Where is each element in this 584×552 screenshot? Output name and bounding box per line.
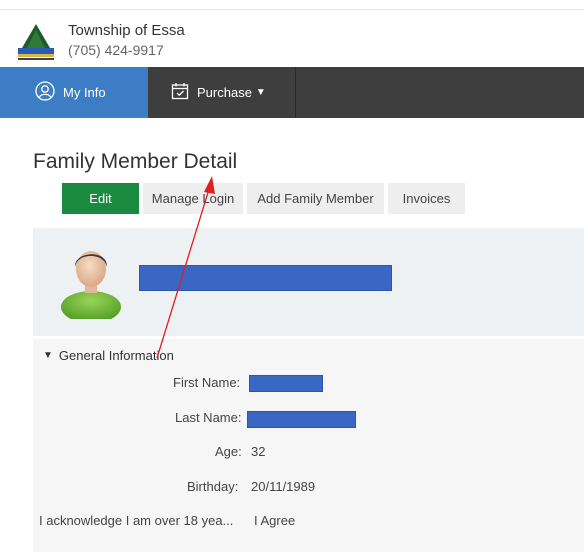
- name-redaction: [139, 265, 392, 291]
- user-circle-icon: [35, 81, 55, 104]
- age-value: 32: [251, 444, 266, 459]
- profile-summary: [33, 228, 584, 336]
- last-name-redaction: [247, 411, 356, 428]
- avatar: [56, 239, 126, 323]
- acknowledge-label: I acknowledge I am over 18 yea...: [39, 513, 234, 528]
- section-title: General Information: [58, 348, 174, 363]
- site-header: Township of Essa (705) 424-9917: [0, 10, 584, 67]
- main-navbar: My Info Purchase ▼: [0, 67, 584, 118]
- edit-button[interactable]: Edit: [62, 183, 139, 214]
- nav-purchase[interactable]: Purchase ▼: [148, 67, 296, 118]
- manage-login-button[interactable]: Manage Login: [143, 183, 243, 214]
- page-title: Family Member Detail: [33, 150, 238, 173]
- township-logo[interactable]: [14, 22, 58, 62]
- first-name-label: First Name:: [173, 375, 241, 390]
- acknowledge-value: I Agree: [254, 513, 296, 528]
- birthday-value: 20/11/1989: [251, 479, 316, 494]
- org-phone: (705) 424-9917: [68, 42, 164, 58]
- nav-purchase-label: Purchase: [197, 85, 252, 100]
- age-label: Age:: [215, 444, 242, 459]
- nav-my-info-label: My Info: [63, 85, 106, 100]
- add-family-member-button[interactable]: Add Family Member: [247, 183, 384, 214]
- last-name-label: Last Name:: [175, 410, 242, 425]
- calendar-check-icon: [171, 82, 189, 103]
- org-name: Township of Essa: [68, 22, 185, 39]
- birthday-label: Birthday:: [187, 479, 239, 494]
- general-info-toggle[interactable]: ▼ General Information: [43, 348, 174, 363]
- nav-my-info[interactable]: My Info: [0, 67, 148, 118]
- chevron-down-icon: ▼: [43, 350, 53, 361]
- chevron-down-icon: ▼: [255, 87, 266, 98]
- invoices-button[interactable]: Invoices: [388, 183, 465, 214]
- first-name-redaction: [249, 375, 323, 392]
